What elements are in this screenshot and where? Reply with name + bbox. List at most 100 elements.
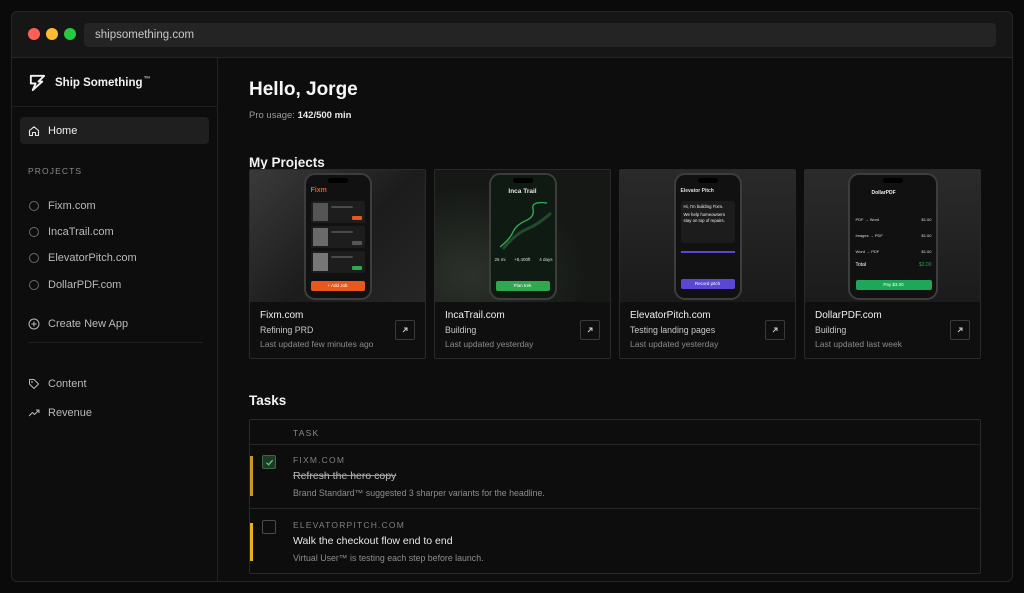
task-description: Brand Standard™ suggested 3 sharper vari… xyxy=(293,488,545,498)
card-thumbnail: Fixm + Add Job xyxy=(250,170,425,302)
sidebar-item-fixm[interactable]: Fixm.com xyxy=(28,200,96,212)
mockup-app-name: Elevator Pitch xyxy=(680,188,714,194)
sidebar-item-home[interactable]: Home xyxy=(20,117,209,144)
maximize-window-button[interactable] xyxy=(64,28,76,40)
mockup-stat: +8,400ft xyxy=(514,257,531,262)
card-thumbnail: DollarPDF PDF → Word $1.00 Images → PDF $1… xyxy=(805,170,980,302)
sidebar-item-elevatorpitch[interactable]: ElevatorPitch.com xyxy=(28,252,137,264)
project-cards: Fixm + Add Job Fixm.com Refining PRD Las… xyxy=(249,169,981,359)
card-status: Building xyxy=(815,325,847,335)
arrow-up-right-icon xyxy=(587,327,593,333)
sidebar-item-incatrail[interactable]: IncaTrail.com xyxy=(28,226,114,238)
task-checkbox[interactable] xyxy=(262,455,276,469)
card-status: Testing landing pages xyxy=(630,325,716,335)
project-card-fixm[interactable]: Fixm + Add Job Fixm.com Refining PRD Las… xyxy=(249,169,426,359)
task-checkbox[interactable] xyxy=(262,520,276,534)
card-updated: Last updated last week xyxy=(815,339,902,349)
sidebar-item-label: ElevatorPitch.com xyxy=(48,252,137,264)
card-thumbnail: Inca Trail 25 mi +8,400ft 4 days Plan tr… xyxy=(435,170,610,302)
circle-icon xyxy=(29,280,39,290)
create-new-app-button[interactable]: Create New App xyxy=(28,318,128,330)
sidebar-item-content[interactable]: Content xyxy=(28,378,87,390)
mockup-app-name: Inca Trail xyxy=(508,188,537,195)
mockup-total-label: Total xyxy=(855,262,867,268)
sidebar-item-revenue[interactable]: Revenue xyxy=(28,407,92,419)
usage-text: Pro usage: 142/500 min xyxy=(249,110,352,121)
trending-up-icon xyxy=(28,407,40,419)
phone-mockup: Fixm + Add Job xyxy=(303,173,372,300)
browser-titlebar: shipsomething.com xyxy=(12,12,1012,58)
sidebar-item-label: Content xyxy=(48,378,87,390)
mockup-item: PDF → Word xyxy=(855,216,880,222)
sidebar-item-label: DollarPDF.com xyxy=(48,279,122,291)
open-project-button[interactable] xyxy=(765,320,785,340)
card-thumbnail: Elevator Pitch Hi, I'm building Fixm. We… xyxy=(620,170,795,302)
project-card-elevatorpitch[interactable]: Elevator Pitch Hi, I'm building Fixm. We… xyxy=(619,169,796,359)
project-card-dollarpdf[interactable]: DollarPDF PDF → Word $1.00 Images → PDF $1… xyxy=(804,169,981,359)
mockup-total: $3.00 xyxy=(918,262,932,268)
create-new-app-label: Create New App xyxy=(48,318,129,330)
trail-map-graphic xyxy=(499,201,552,250)
card-status: Building xyxy=(445,325,477,335)
tasks-heading: Tasks xyxy=(249,393,287,408)
mockup-stat: 25 mi xyxy=(494,257,506,262)
project-card-incatrail[interactable]: Inca Trail 25 mi +8,400ft 4 days Plan tr… xyxy=(434,169,611,359)
column-header-task: TASK xyxy=(293,428,320,438)
tasks-table-header: TASK xyxy=(250,420,980,445)
close-window-button[interactable] xyxy=(28,28,40,40)
mockup-button: Pay $3.00 xyxy=(855,280,932,290)
open-project-button[interactable] xyxy=(395,320,415,340)
phone-mockup: Elevator Pitch Hi, I'm building Fixm. We… xyxy=(673,173,742,300)
phone-mockup: Inca Trail 25 mi +8,400ft 4 days Plan tr… xyxy=(488,173,557,300)
arrow-up-right-icon xyxy=(957,327,963,333)
minimize-window-button[interactable] xyxy=(46,28,58,40)
task-project: ELEVATORPITCH.COM xyxy=(293,520,406,530)
mockup-item: Word → PDF xyxy=(855,248,880,254)
mockup-stat: 4 days xyxy=(539,257,553,262)
circle-icon xyxy=(29,227,39,237)
open-project-button[interactable] xyxy=(580,320,600,340)
check-icon xyxy=(265,459,273,466)
brand-name: Ship Something™ xyxy=(55,75,151,89)
mockup-button: Record pitch xyxy=(680,279,735,289)
mockup-text: Hi, I'm building Fixm. xyxy=(683,204,724,209)
sidebar-item-label: Fixm.com xyxy=(48,200,96,212)
task-project: FIXM.COM xyxy=(293,455,346,465)
card-updated: Last updated yesterday xyxy=(630,339,719,349)
task-row[interactable]: FIXM.COM Refresh the hero copy Brand Sta… xyxy=(250,445,980,509)
card-updated: Last updated yesterday xyxy=(445,339,534,349)
task-row[interactable]: ELEVATORPITCH.COM Walk the checkout flow… xyxy=(250,510,980,574)
sidebar-item-label: Revenue xyxy=(48,407,93,419)
card-title: ElevatorPitch.com xyxy=(630,310,711,321)
card-status: Refining PRD xyxy=(260,325,314,335)
home-icon xyxy=(28,125,40,136)
page-title: Hello, Jorge xyxy=(249,79,358,100)
mockup-button: + Add Job xyxy=(310,281,365,291)
sidebar-divider xyxy=(12,106,218,107)
mockup-button: Plan trek xyxy=(495,281,550,291)
phone-mockup: DollarPDF PDF → Word $1.00 Images → PDF $1… xyxy=(847,173,938,300)
sidebar-item-dollarpdf[interactable]: DollarPDF.com xyxy=(28,279,121,291)
circle-icon xyxy=(29,253,39,263)
task-status-bar xyxy=(250,456,253,496)
open-project-button[interactable] xyxy=(950,320,970,340)
main-content: Hello, Jorge Pro usage: 142/500 min My P… xyxy=(219,58,1012,581)
card-title: IncaTrail.com xyxy=(445,310,505,321)
tag-icon xyxy=(28,378,40,390)
task-title: Refresh the hero copy xyxy=(293,470,397,482)
brand[interactable]: Ship Something™ xyxy=(28,72,151,92)
task-title: Walk the checkout flow end to end xyxy=(293,535,453,547)
projects-section-label: PROJECTS xyxy=(28,166,83,176)
task-status-bar xyxy=(250,523,253,561)
mockup-item: Images → PDF xyxy=(855,232,883,238)
mockup-app-name: Fixm xyxy=(310,187,327,194)
mockup-price: $1.00 xyxy=(921,216,932,222)
mockup-price: $1.00 xyxy=(921,248,932,254)
sidebar: Ship Something™ Home PROJECTS Fixm.com I… xyxy=(12,58,218,581)
task-description: Virtual User™ is testing each step befor… xyxy=(293,553,484,563)
mockup-text: We help homeowners stay on top of repair… xyxy=(683,212,725,223)
sidebar-item-label: IncaTrail.com xyxy=(48,226,114,238)
url-bar[interactable]: shipsomething.com xyxy=(84,23,996,47)
card-updated: Last updated few minutes ago xyxy=(260,339,374,349)
plus-circle-icon xyxy=(28,318,40,330)
